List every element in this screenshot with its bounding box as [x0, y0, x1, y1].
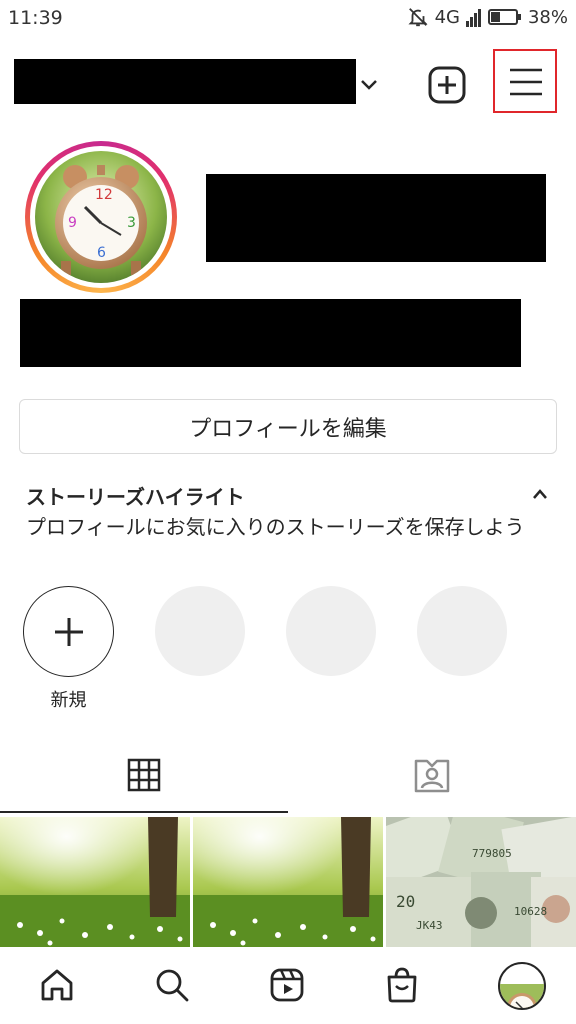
hamburger-menu-icon: [510, 68, 542, 96]
status-indicators: 4G 38%: [407, 6, 568, 28]
active-tab-indicator: [0, 811, 288, 813]
forest-sunlight-photo: [0, 817, 190, 947]
signal-icon: [465, 7, 482, 27]
post-thumbnail[interactable]: 20 779805 10628 JK43: [386, 817, 576, 947]
profile-header: [0, 46, 576, 118]
grid-icon: [127, 758, 161, 792]
dollar-bills-photo: 20 779805 10628 JK43: [386, 817, 576, 947]
svg-text:3: 3: [127, 215, 136, 231]
highlight-placeholder: [417, 586, 507, 676]
chevron-down-icon[interactable]: [360, 79, 378, 91]
nav-reels[interactable]: [230, 947, 345, 1024]
network-type: 4G: [434, 6, 460, 28]
status-bar: 11:39 4G 38%: [0, 0, 576, 38]
shop-icon: [387, 967, 417, 1003]
forest-sunlight-photo: [193, 817, 383, 947]
username-redacted[interactable]: [14, 59, 356, 104]
new-highlight-label: 新規: [50, 690, 87, 711]
profile-avatar[interactable]: 12 3 6 9: [25, 141, 177, 293]
battery-icon: [487, 8, 522, 26]
mute-bell-icon: [407, 6, 429, 28]
tab-posts-grid[interactable]: [0, 740, 288, 812]
nav-search[interactable]: [115, 947, 230, 1024]
nav-home[interactable]: [0, 947, 115, 1024]
tagged-person-icon: [414, 759, 450, 793]
edit-profile-button[interactable]: プロフィールを編集: [19, 399, 557, 454]
bottom-navigation: [0, 947, 576, 1024]
home-icon: [41, 969, 73, 1001]
new-highlight-button[interactable]: [23, 586, 114, 677]
hamburger-menu-button[interactable]: [493, 49, 557, 113]
svg-text:779805: 779805: [472, 847, 512, 860]
svg-text:JK43: JK43: [416, 919, 443, 932]
svg-text:9: 9: [68, 215, 77, 231]
chevron-up-icon[interactable]: [531, 488, 549, 500]
nav-profile[interactable]: [460, 947, 575, 1024]
search-icon: [156, 969, 189, 1002]
svg-text:10628: 10628: [514, 905, 547, 918]
alarm-clock-photo: 12 3 6 9: [35, 151, 167, 283]
highlight-placeholder: [286, 586, 376, 676]
svg-text:12: 12: [95, 187, 113, 203]
profile-bio-redacted: [20, 299, 521, 367]
plus-icon: [55, 618, 83, 646]
tab-tagged[interactable]: [288, 740, 576, 812]
highlights-title: ストーリーズハイライト: [26, 485, 245, 509]
nav-shop[interactable]: [345, 947, 460, 1024]
highlights-description: プロフィールにお気に入りのストーリーズを保存しよう: [26, 515, 525, 539]
svg-text:20: 20: [396, 892, 415, 911]
add-post-icon[interactable]: [428, 66, 466, 104]
highlight-placeholder: [155, 586, 245, 676]
post-thumbnail[interactable]: [193, 817, 383, 947]
reels-icon: [270, 968, 304, 1002]
post-thumbnail[interactable]: [0, 817, 190, 947]
status-time: 11:39: [8, 7, 63, 29]
profile-name-redacted: [206, 174, 546, 262]
svg-text:6: 6: [97, 245, 106, 261]
profile-avatar: [498, 962, 546, 1010]
battery-percent: 38%: [527, 6, 568, 28]
